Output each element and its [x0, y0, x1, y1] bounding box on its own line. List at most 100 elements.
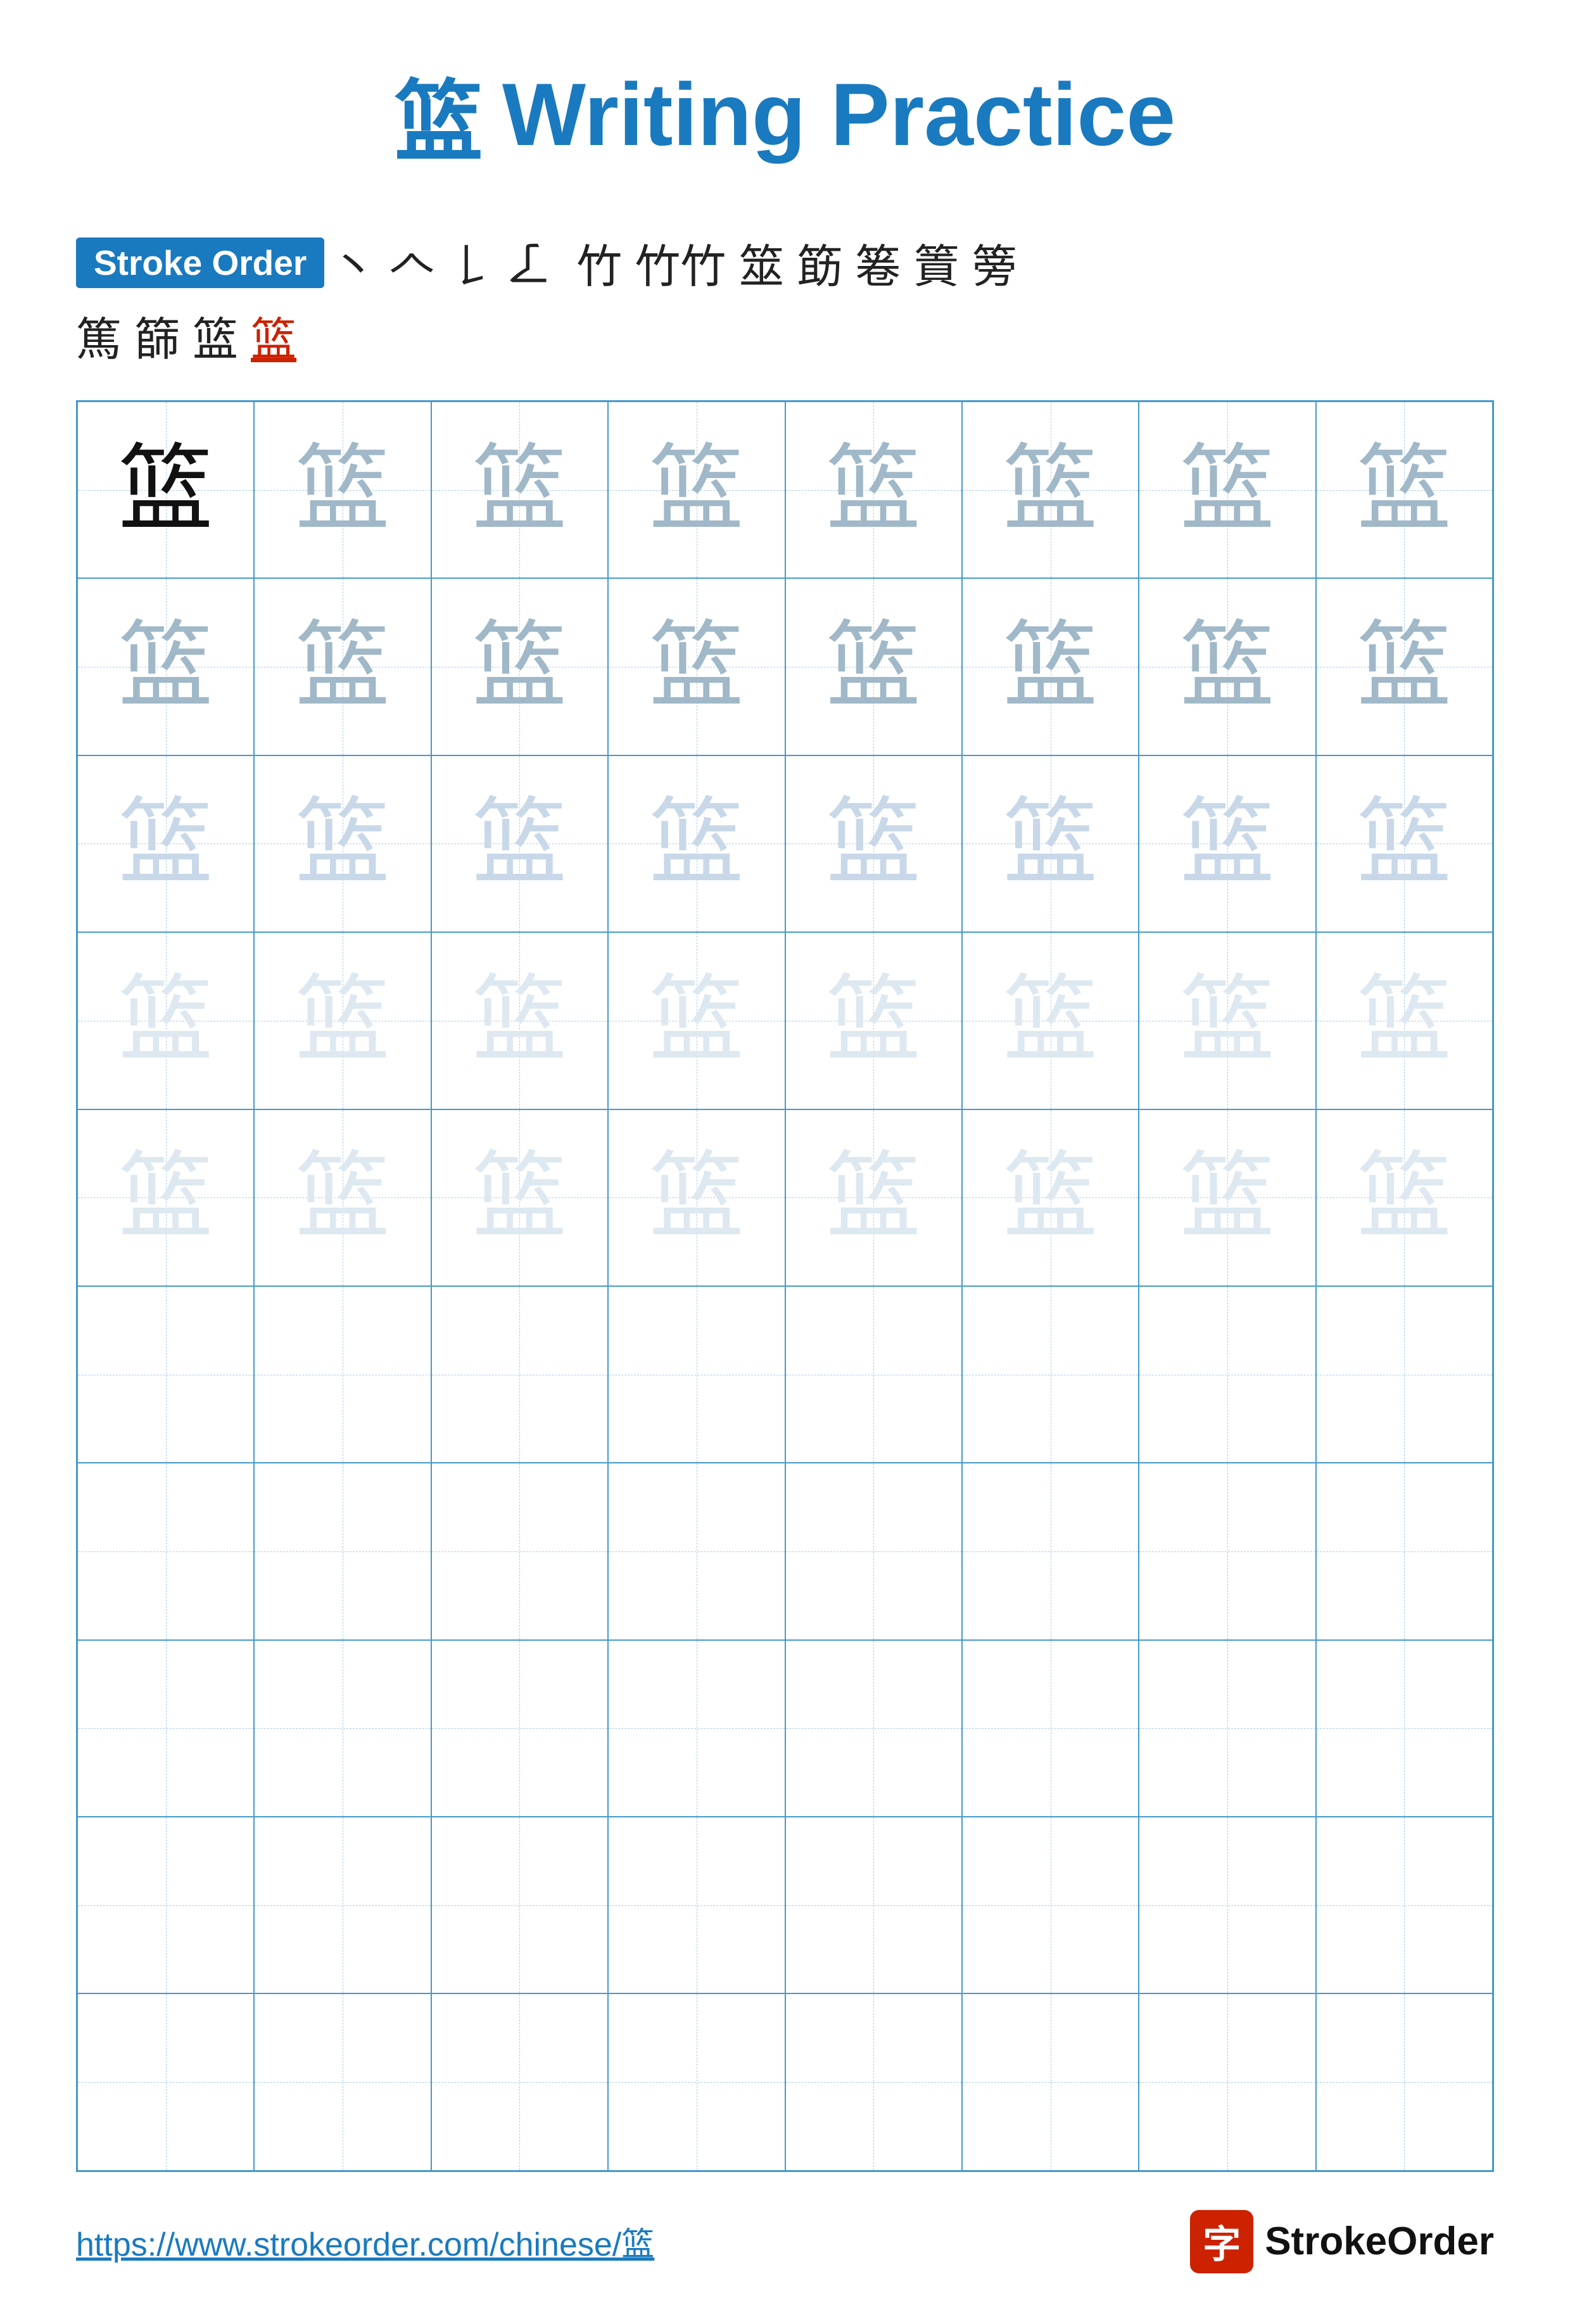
grid-cell-r7c3[interactable]: [431, 1463, 608, 1639]
grid-cell-r5c8[interactable]: 篮: [1316, 1109, 1493, 1286]
grid-cell-r6c6[interactable]: [962, 1286, 1139, 1463]
grid-cell-r7c5[interactable]: [785, 1463, 962, 1639]
grid-cell-r10c4[interactable]: [608, 1993, 785, 2170]
grid-cell-r4c6[interactable]: 篮: [962, 932, 1139, 1109]
practice-char: 篮: [472, 619, 567, 714]
grid-cell-r6c8[interactable]: [1316, 1286, 1493, 1463]
grid-cell-r10c6[interactable]: [962, 1993, 1139, 2170]
grid-cell-r1c3[interactable]: 篮: [431, 401, 608, 578]
grid-cell-r8c6[interactable]: [962, 1640, 1139, 1817]
grid-cell-r6c5[interactable]: [785, 1286, 962, 1463]
practice-grid: 篮 篮 篮 篮 篮 篮 篮 篮 篮 篮 篮: [76, 400, 1494, 2172]
stroke-order-row-1: Stroke Order 丶 𠆢 𠄌 𠄏 𠄐 竹𠄐 竹竹 筮 筯 箞 篢 篣: [76, 229, 1494, 296]
grid-cell-r1c4[interactable]: 篮: [608, 401, 785, 578]
grid-cell-r4c1[interactable]: 篮: [77, 932, 254, 1109]
grid-cell-r10c1[interactable]: [77, 1993, 254, 2170]
practice-char-medium: 篮: [826, 443, 921, 538]
grid-cell-r2c3[interactable]: 篮: [431, 578, 608, 755]
grid-cell-r2c6[interactable]: 篮: [962, 578, 1139, 755]
grid-cell-r10c8[interactable]: [1316, 1993, 1493, 2170]
grid-cell-r2c8[interactable]: 篮: [1316, 578, 1493, 755]
grid-cell-r4c4[interactable]: 篮: [608, 932, 785, 1109]
footer-url[interactable]: https://www.strokeorder.com/chinese/篮: [76, 2218, 654, 2265]
grid-cell-r8c8[interactable]: [1316, 1640, 1493, 1817]
practice-char: 篮: [1003, 796, 1098, 891]
grid-cell-r8c7[interactable]: [1139, 1640, 1315, 1817]
grid-cell-r1c7[interactable]: 篮: [1139, 401, 1315, 578]
grid-cell-r5c2[interactable]: 篮: [254, 1109, 431, 1286]
practice-char: 篮: [1357, 1150, 1452, 1245]
grid-cell-r5c5[interactable]: 篮: [785, 1109, 962, 1286]
grid-cell-r9c3[interactable]: [431, 1817, 608, 1993]
grid-cell-r3c5[interactable]: 篮: [785, 755, 962, 932]
logo-text: StrokeOrder: [1265, 2219, 1494, 2264]
grid-cell-r6c2[interactable]: [254, 1286, 431, 1463]
grid-cell-r6c7[interactable]: [1139, 1286, 1315, 1463]
grid-cell-r10c2[interactable]: [254, 1993, 431, 2170]
practice-char: 篮: [1180, 796, 1275, 891]
grid-cell-r4c7[interactable]: 篮: [1139, 932, 1315, 1109]
grid-cell-r3c8[interactable]: 篮: [1316, 755, 1493, 932]
grid-cell-r4c3[interactable]: 篮: [431, 932, 608, 1109]
grid-cell-r5c4[interactable]: 篮: [608, 1109, 785, 1286]
grid-cell-r10c7[interactable]: [1139, 1993, 1315, 2170]
practice-char: 篮: [1180, 619, 1275, 714]
practice-char: 篮: [1003, 619, 1098, 714]
grid-cell-r7c1[interactable]: [77, 1463, 254, 1639]
practice-char: 篮: [472, 973, 567, 1068]
grid-cell-r8c5[interactable]: [785, 1640, 962, 1817]
grid-cell-r9c6[interactable]: [962, 1817, 1139, 1993]
grid-cell-r6c4[interactable]: [608, 1286, 785, 1463]
grid-cell-r3c4[interactable]: 篮: [608, 755, 785, 932]
grid-cell-r5c7[interactable]: 篮: [1139, 1109, 1315, 1286]
grid-cell-r2c1[interactable]: 篮: [77, 578, 254, 755]
grid-cell-r9c8[interactable]: [1316, 1817, 1493, 1993]
grid-cell-r8c2[interactable]: [254, 1640, 431, 1817]
grid-cell-r5c3[interactable]: 篮: [431, 1109, 608, 1286]
footer: https://www.strokeorder.com/chinese/篮 字 …: [76, 2172, 1494, 2273]
stroke-order-row-2: 篤 篩 篮 篮: [76, 302, 1494, 369]
grid-cell-r8c1[interactable]: [77, 1640, 254, 1817]
grid-cell-r9c4[interactable]: [608, 1817, 785, 1993]
stroke-3: 𠄌: [447, 229, 493, 296]
grid-cell-r4c2[interactable]: 篮: [254, 932, 431, 1109]
grid-cell-r3c6[interactable]: 篮: [962, 755, 1139, 932]
practice-char: 篮: [295, 796, 390, 891]
grid-cell-r1c6[interactable]: 篮: [962, 401, 1139, 578]
grid-cell-r3c2[interactable]: 篮: [254, 755, 431, 932]
grid-cell-r8c4[interactable]: [608, 1640, 785, 1817]
grid-cell-r6c1[interactable]: [77, 1286, 254, 1463]
grid-cell-r10c5[interactable]: [785, 1993, 962, 2170]
grid-cell-r1c2[interactable]: 篮: [254, 401, 431, 578]
grid-cell-r1c5[interactable]: 篮: [785, 401, 962, 578]
grid-cell-r5c1[interactable]: 篮: [77, 1109, 254, 1286]
practice-char: 篮: [295, 619, 390, 714]
practice-char: 篮: [826, 796, 921, 891]
grid-cell-r7c8[interactable]: [1316, 1463, 1493, 1639]
grid-cell-r4c5[interactable]: 篮: [785, 932, 962, 1109]
grid-cell-r9c7[interactable]: [1139, 1817, 1315, 1993]
grid-cell-r7c2[interactable]: [254, 1463, 431, 1639]
practice-char-dark: 篮: [118, 443, 213, 538]
grid-cell-r7c7[interactable]: [1139, 1463, 1315, 1639]
grid-cell-r4c8[interactable]: 篮: [1316, 932, 1493, 1109]
grid-cell-r7c4[interactable]: [608, 1463, 785, 1639]
grid-cell-r3c1[interactable]: 篮: [77, 755, 254, 932]
grid-cell-r1c8[interactable]: 篮: [1316, 401, 1493, 578]
grid-cell-r2c2[interactable]: 篮: [254, 578, 431, 755]
grid-cell-r9c1[interactable]: [77, 1817, 254, 1993]
grid-cell-r2c7[interactable]: 篮: [1139, 578, 1315, 755]
grid-cell-r2c4[interactable]: 篮: [608, 578, 785, 755]
grid-cell-r8c3[interactable]: [431, 1640, 608, 1817]
grid-cell-r2c5[interactable]: 篮: [785, 578, 962, 755]
grid-cell-r3c7[interactable]: 篮: [1139, 755, 1315, 932]
grid-cell-r9c5[interactable]: [785, 1817, 962, 1993]
stroke-15: 篮: [193, 302, 238, 369]
grid-cell-r9c2[interactable]: [254, 1817, 431, 1993]
grid-cell-r10c3[interactable]: [431, 1993, 608, 2170]
grid-cell-r1c1[interactable]: 篮: [77, 401, 254, 578]
grid-cell-r6c3[interactable]: [431, 1286, 608, 1463]
grid-cell-r3c3[interactable]: 篮: [431, 755, 608, 932]
grid-cell-r5c6[interactable]: 篮: [962, 1109, 1139, 1286]
grid-cell-r7c6[interactable]: [962, 1463, 1139, 1639]
